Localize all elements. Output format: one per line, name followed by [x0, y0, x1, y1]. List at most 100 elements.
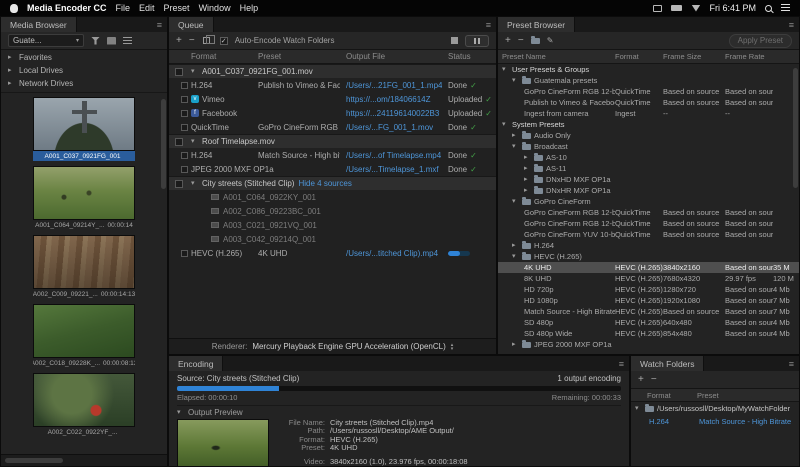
output-checkbox[interactable] [181, 82, 188, 89]
preset-row[interactable]: HD 720pHEVC (H.265)1280x720Based on sour… [498, 284, 799, 295]
preset-folder-row[interactable]: DNxHD MXF OP1a [498, 174, 799, 185]
watch-folder-format[interactable]: H.264 [647, 417, 697, 426]
queue-output-row[interactable]: H.264Publish to Vimeo & Face.../Users/..… [169, 78, 496, 92]
panel-menu-icon[interactable] [152, 17, 167, 32]
chevron-down-icon[interactable] [191, 138, 198, 145]
new-group-folder-icon[interactable] [531, 38, 540, 44]
menu-clock[interactable]: Fri 6:41 PM [709, 3, 756, 13]
queue-job-row[interactable]: A001_C037_0921FG_001.mov [169, 64, 496, 78]
preset-row[interactable]: SD 480pHEVC (H.265)640x480Based on sour4… [498, 317, 799, 328]
output-checkbox[interactable] [181, 124, 188, 131]
queue-source-row[interactable]: A001_C064_0922KY_001 [169, 190, 496, 204]
output-checkbox[interactable] [181, 166, 188, 173]
tab-encoding[interactable]: Encoding [169, 356, 223, 371]
column-format[interactable]: Format [191, 52, 258, 61]
preset-folder-row[interactable]: Broadcast [498, 141, 799, 152]
apple-menu-icon[interactable] [10, 4, 18, 13]
notification-center-icon[interactable] [781, 4, 790, 12]
output-checkbox[interactable] [181, 110, 188, 117]
column-status[interactable]: Status [448, 52, 496, 61]
panel-menu-icon[interactable] [784, 17, 799, 32]
tree-item-favorites[interactable]: Favorites [1, 51, 167, 64]
queue-output-row[interactable]: H.264Match Source - High bit.../Users/..… [169, 148, 496, 162]
edit-preset-icon[interactable] [547, 36, 554, 46]
remove-preset-button[interactable] [518, 36, 524, 46]
panel-menu-icon[interactable] [614, 356, 629, 371]
chevron-right-icon[interactable] [8, 80, 15, 87]
hide-sources-link[interactable]: Hide 4 sources [298, 179, 351, 188]
output-preset[interactable]: GoPro CineForm RGB 12-... [258, 123, 346, 132]
chevron-down-icon[interactable] [502, 66, 509, 73]
preset-row[interactable]: SD 480p WideHEVC (H.265)854x480Based on … [498, 328, 799, 339]
vertical-scrollbar[interactable] [161, 99, 166, 189]
column-preset-name[interactable]: Preset Name [502, 52, 615, 61]
renderer-select[interactable]: Mercury Playback Engine GPU Acceleration… [252, 342, 445, 351]
tree-item-network-drives[interactable]: Network Drives [1, 77, 167, 90]
preset-folder-row[interactable]: H.264 [498, 240, 799, 251]
preset-row[interactable]: Publish to Vimeo & FacebookQuickTimeBase… [498, 97, 799, 108]
chevron-right-icon[interactable] [512, 242, 519, 249]
queue-source-row[interactable]: A003_C021_0921VQ_001 [169, 218, 496, 232]
column-preset[interactable]: Preset [258, 52, 346, 61]
preset-folder-row[interactable]: JPEG 2000 MXF OP1a [498, 339, 799, 350]
chevron-down-icon[interactable] [502, 121, 509, 128]
chevron-right-icon[interactable] [512, 132, 519, 139]
output-file-link[interactable]: /Users/...21FG_001_1.mp4 [346, 81, 448, 90]
chevron-right-icon[interactable] [512, 341, 519, 348]
chevron-right-icon[interactable] [524, 187, 531, 194]
preset-folder-row[interactable]: HEVC (H.265) [498, 251, 799, 262]
clip-item[interactable]: A002_C018_09228K_...00:00:08:13 [33, 304, 135, 368]
tree-item-local-drives[interactable]: Local Drives [1, 64, 167, 77]
queue-source-row[interactable]: A002_C086_09223BC_001 [169, 204, 496, 218]
wifi-icon[interactable] [691, 5, 700, 12]
queue-job-row[interactable]: City streets (Stitched Clip)Hide 4 sourc… [169, 176, 496, 190]
preset-folder-row[interactable]: DNxHR MXF OP1a [498, 185, 799, 196]
preset-folder-row[interactable]: AS-10 [498, 152, 799, 163]
output-checkbox[interactable] [181, 152, 188, 159]
output-file-link[interactable]: https://...om/18406614Z [346, 95, 448, 104]
add-watch-folder-button[interactable] [638, 375, 644, 385]
clip-thumbnail[interactable] [33, 235, 135, 289]
output-checkbox[interactable] [181, 250, 188, 257]
preset-folder-row[interactable]: AS-11 [498, 163, 799, 174]
tab-watch-folders[interactable]: Watch Folders [631, 356, 704, 371]
clip-thumbnail[interactable] [33, 373, 135, 427]
output-checkbox[interactable] [181, 96, 188, 103]
output-preset[interactable]: Match Source - High bit... [258, 151, 346, 160]
queue-job-row[interactable]: Roof Timelapse.mov [169, 134, 496, 148]
remove-watch-folder-button[interactable] [651, 375, 657, 385]
pause-queue-button[interactable] [465, 35, 489, 47]
column-output-file[interactable]: Output File [346, 52, 448, 61]
preset-row-selected[interactable]: 4K UHDHEVC (H.265)3840x2160Based on sour… [498, 262, 799, 273]
display-icon[interactable] [653, 5, 662, 12]
tab-queue[interactable]: Queue [169, 17, 214, 32]
chevron-down-icon[interactable] [512, 77, 519, 84]
column-format[interactable]: Format [647, 391, 697, 400]
output-file-link[interactable]: /Users/...titched Clip).mp4 [346, 249, 448, 258]
chevron-down-icon[interactable] [512, 143, 519, 150]
column-frame-rate[interactable]: Frame Rate [725, 52, 773, 61]
watch-folder-preset[interactable]: Match Source - High Bitrate [697, 417, 799, 426]
column-preset[interactable]: Preset [697, 391, 799, 400]
horizontal-scrollbar[interactable] [5, 458, 63, 463]
menu-window[interactable]: Window [199, 3, 231, 13]
chevron-down-icon[interactable] [191, 68, 198, 75]
output-file-link[interactable]: /Users/...FG_001_1.mov [346, 123, 448, 132]
queue-source-row[interactable]: A003_C042_09214Q_001 [169, 232, 496, 246]
chevron-right-icon[interactable] [524, 165, 531, 172]
job-checkbox[interactable] [175, 138, 183, 146]
chevron-down-icon[interactable] [635, 405, 642, 412]
output-preset[interactable]: Publish to Vimeo & Face... [258, 81, 346, 90]
output-file-link[interactable]: /Users/...Timelapse_1.mxf [346, 165, 448, 174]
output-preview-label[interactable]: Output Preview [188, 408, 243, 417]
job-checkbox[interactable] [175, 68, 183, 76]
preset-row[interactable]: Match Source - High BitrateHEVC (H.265)B… [498, 306, 799, 317]
panel-menu-icon[interactable] [481, 17, 496, 32]
watch-folder-path-row[interactable]: /Users/russosll/Desktop/MyWatchFolder [631, 402, 799, 415]
queue-output-row[interactable]: Vimeohttps://...om/18406614ZUploaded [169, 92, 496, 106]
queue-output-row[interactable]: JPEG 2000 MXF OP1a/Users/...Timelapse_1.… [169, 162, 496, 176]
stop-queue-icon[interactable] [451, 37, 458, 44]
clip-thumbnail[interactable] [33, 166, 135, 220]
chevron-right-icon[interactable] [8, 67, 15, 74]
chevron-down-icon[interactable] [512, 198, 519, 205]
